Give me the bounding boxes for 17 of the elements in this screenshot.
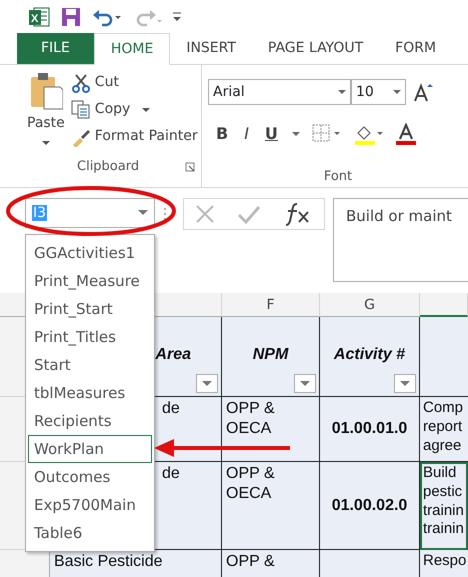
font-name-value: Arial (213, 82, 245, 102)
table-cell: Basic Pesticide (50, 550, 222, 577)
table-cell: Respo (420, 550, 468, 577)
table-cell: Comp report agree (420, 397, 468, 462)
font-size-value: 10 (356, 82, 374, 102)
table-cell: 01.00.01.0 (320, 397, 420, 462)
column-title: Area (155, 346, 191, 363)
group-label: Font (322, 168, 354, 186)
column-title: NPM (252, 346, 288, 363)
table-cell: OPP & OECA (222, 462, 320, 550)
table-cell: Build pestic trainin trainin (420, 462, 468, 550)
column-title: Activity # (334, 346, 406, 363)
group-label: Clipboard (77, 158, 140, 176)
table-cell: OPP & OECA (222, 397, 320, 462)
table-cell: OPP & (222, 550, 320, 577)
table-cell: 01.00.02.0 (320, 462, 420, 550)
name-box-value: I3 (32, 204, 48, 220)
